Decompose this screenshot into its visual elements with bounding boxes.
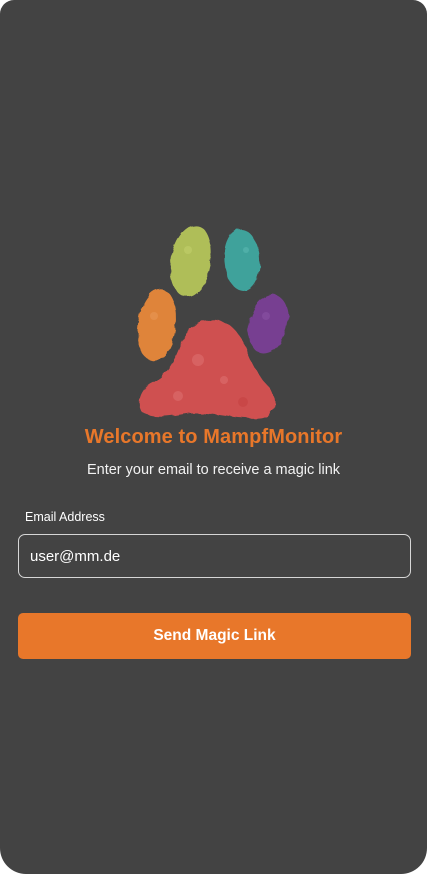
paw-toe-purple xyxy=(248,294,288,354)
page-subtitle: Enter your email to receive a magic link xyxy=(86,462,341,478)
paw-toe-green xyxy=(170,225,212,297)
login-screen: Welcome to MampfMonitor Enter your email… xyxy=(0,0,427,874)
paw-print-icon xyxy=(137,225,288,419)
send-magic-link-button[interactable]: Send Magic Link xyxy=(18,613,411,659)
email-label: Email Address xyxy=(25,510,105,524)
email-field[interactable] xyxy=(18,534,411,578)
paw-toe-teal xyxy=(223,229,261,291)
page-title: Welcome to MampfMonitor xyxy=(84,426,343,448)
paw-toe-orange xyxy=(137,289,177,361)
